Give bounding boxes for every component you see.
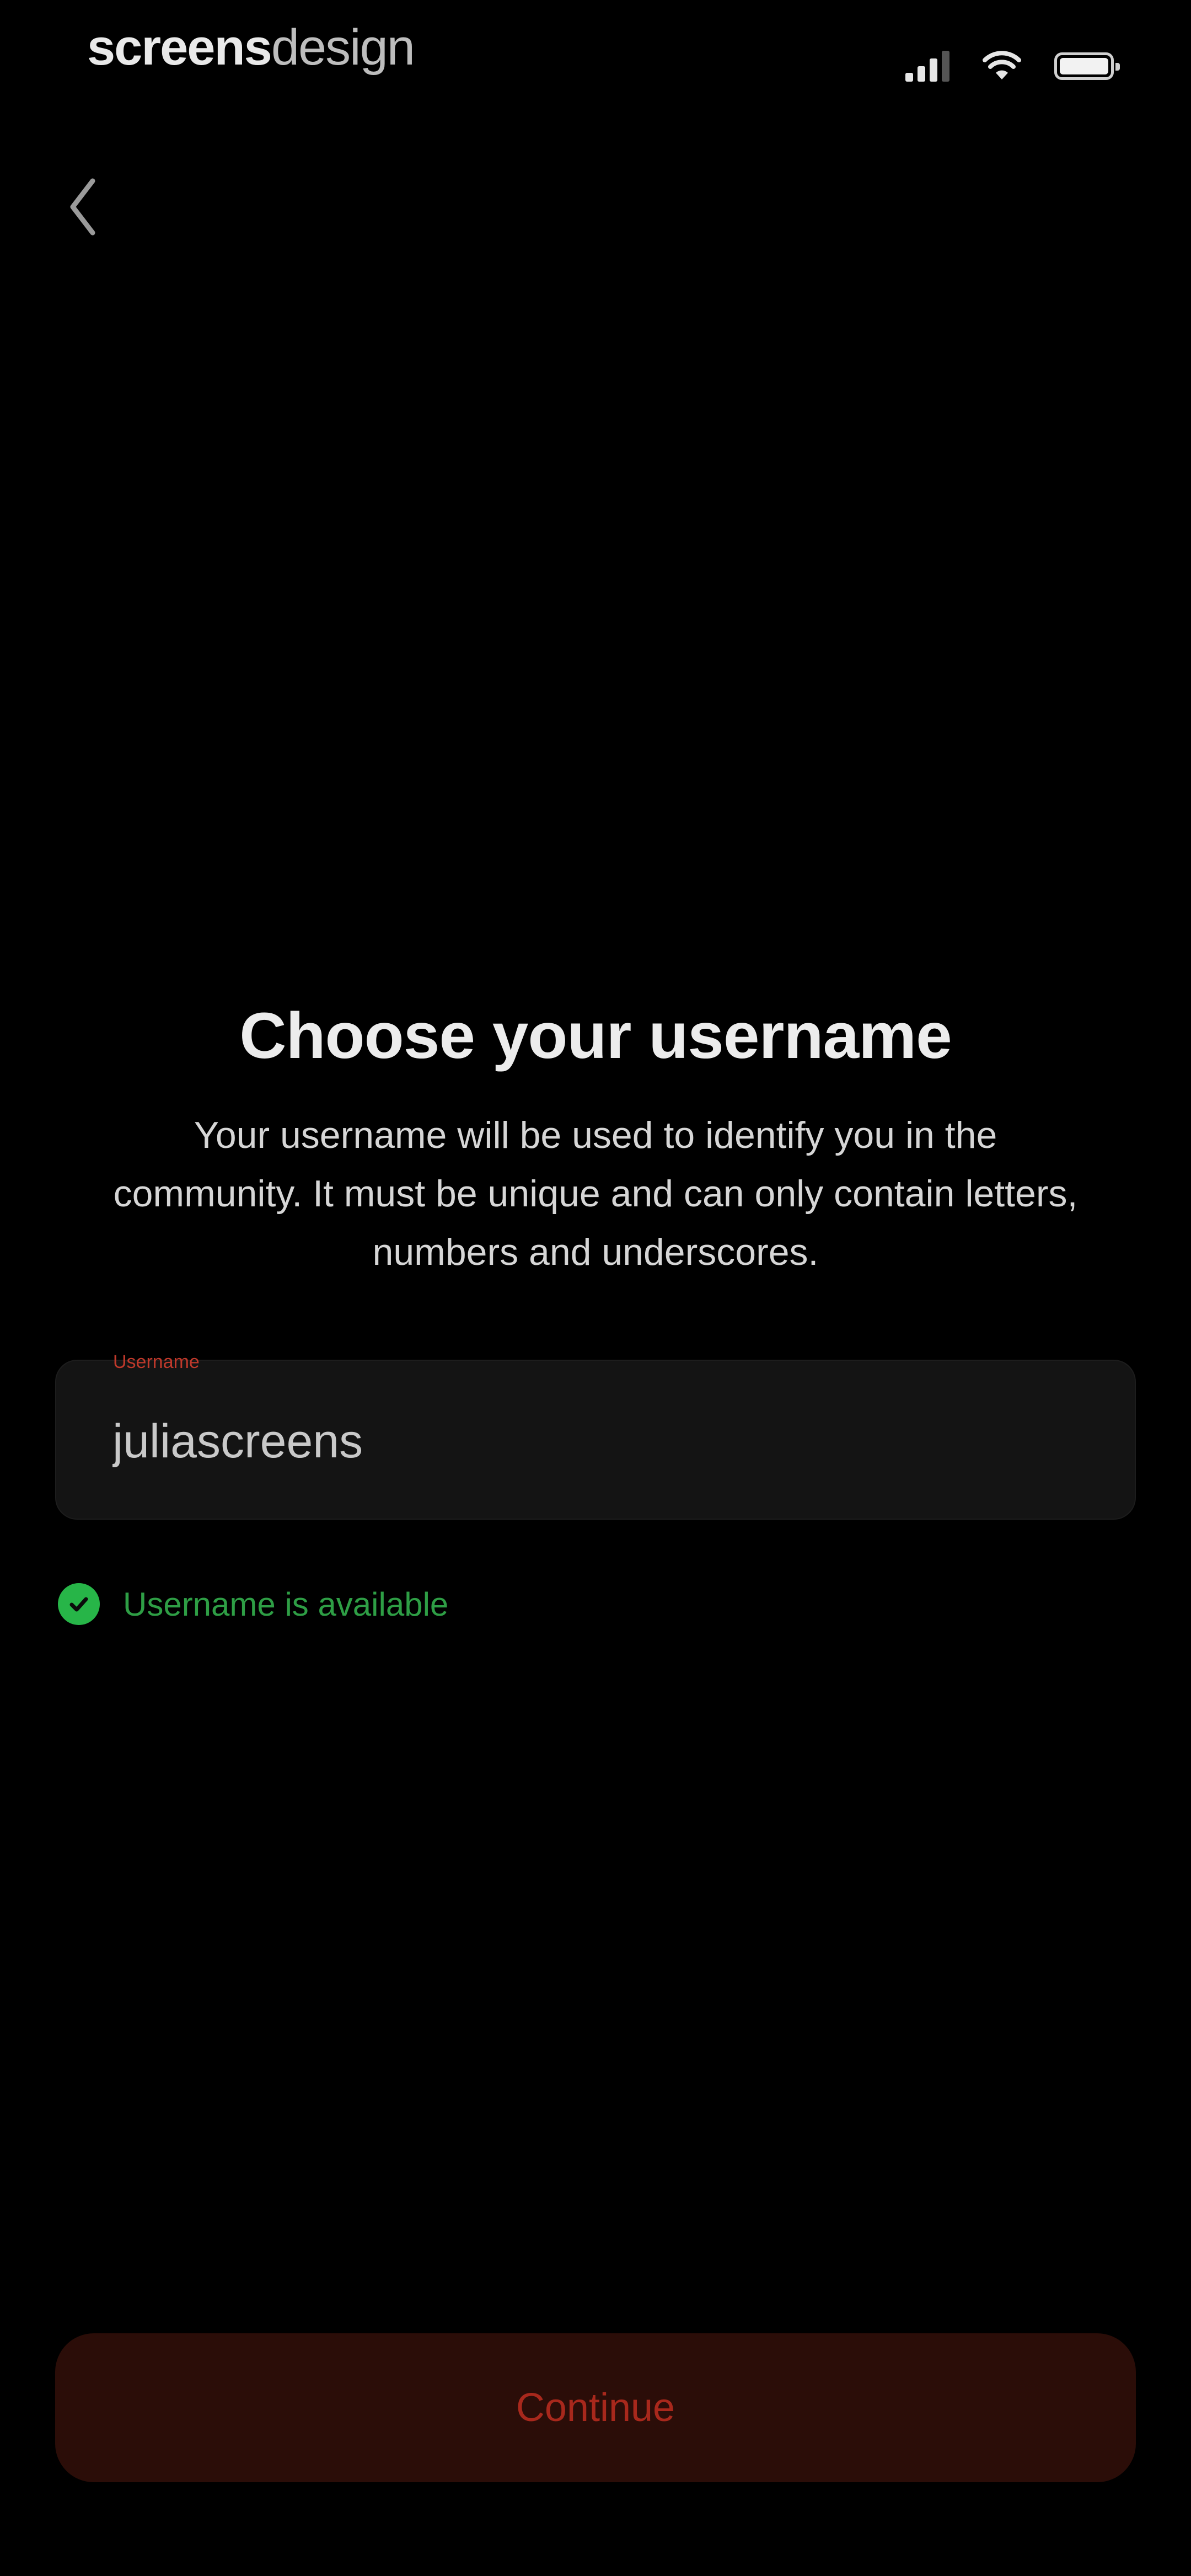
availability-status: Username is available (58, 1583, 448, 1625)
brand-logo: screensdesign (87, 19, 415, 76)
page-description: Your username will be used to identify y… (113, 1114, 1078, 1273)
username-input[interactable] (111, 1399, 1084, 1483)
check-circle-icon (58, 1583, 100, 1625)
continue-button[interactable]: Continue (55, 2333, 1136, 2482)
username-field[interactable] (55, 1360, 1136, 1520)
chevron-left-icon (70, 178, 95, 236)
wifi-icon (983, 51, 1021, 79)
signal-icon (905, 51, 949, 82)
back-button[interactable] (55, 171, 110, 243)
availability-text: Username is available (123, 1585, 449, 1623)
battery-icon (1054, 52, 1120, 80)
brand-logo-bold: screens (87, 19, 272, 76)
brand-logo-light: design (271, 19, 415, 76)
username-field-label: Username (113, 1351, 200, 1372)
status-bar: screensdesign (0, 0, 1191, 121)
page-title: Choose your username (239, 1000, 952, 1072)
continue-button-label: Continue (516, 2386, 675, 2430)
status-icons (905, 51, 1120, 82)
